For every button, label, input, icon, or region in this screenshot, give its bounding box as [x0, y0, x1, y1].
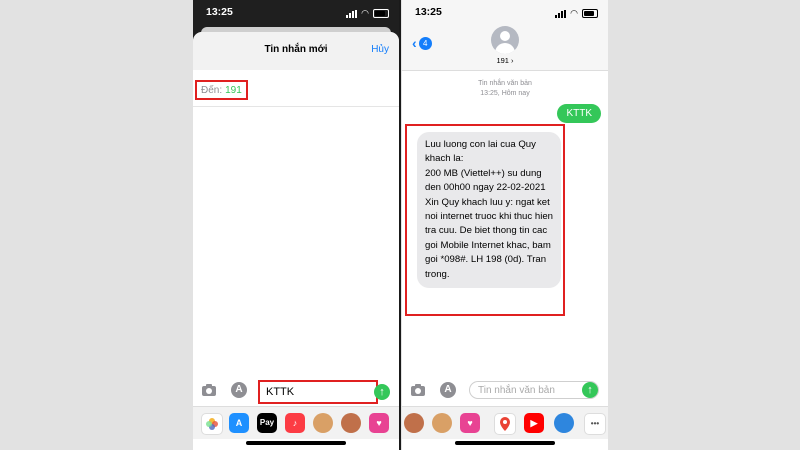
message-input[interactable]: KTTK: [258, 380, 378, 404]
status-time: 13:25: [415, 6, 442, 18]
to-label: Đến:: [201, 84, 223, 96]
battery-icon: [582, 9, 598, 18]
cancel-button[interactable]: Hủy: [371, 44, 389, 55]
clips-app-icon[interactable]: [554, 413, 574, 433]
photos-app-icon[interactable]: [201, 413, 223, 435]
signal-icon: [346, 9, 358, 18]
recipient-highlight: Đến: 191: [195, 80, 248, 100]
memoji-stickers-app-icon[interactable]: [341, 413, 361, 433]
camera-icon[interactable]: [201, 383, 217, 397]
contact-avatar[interactable]: [491, 26, 519, 54]
recipient-row[interactable]: Đến: 191: [193, 70, 399, 107]
wifi-icon: ◠: [361, 8, 369, 18]
new-message-sheet: Tin nhắn mới Hủy Đến: 191 A KTTK ↑ A Pay…: [193, 32, 399, 450]
home-indicator[interactable]: [455, 441, 555, 445]
status-bar: 13:25 ◠: [193, 0, 399, 28]
memoji-app-icon[interactable]: [313, 413, 333, 433]
divider: [399, 0, 401, 450]
memoji-app-icon[interactable]: [404, 413, 424, 433]
home-indicator[interactable]: [246, 441, 346, 445]
left-phone-screen: 13:25 ◠ Tin nhắn mới Hủy Đến: 191 A KTTK…: [193, 0, 399, 450]
music-app-icon[interactable]: ♪: [285, 413, 305, 433]
message-type-label: Tin nhắn văn bản: [478, 80, 532, 87]
wifi-icon: ◠: [570, 8, 578, 18]
incoming-message-highlight: Luu luong con lai cua Quy khach la: 200 …: [405, 124, 565, 316]
right-phone-screen: 13:25 ◠ ‹ 4 191 › Tin nhắn văn bản 13:25…: [402, 0, 608, 450]
google-maps-app-icon[interactable]: [494, 413, 516, 435]
back-button[interactable]: ‹ 4: [412, 35, 432, 51]
sheet-header: Tin nhắn mới Hủy: [193, 32, 399, 70]
sheet-title: Tin nhắn mới: [264, 44, 328, 55]
unread-badge: 4: [418, 36, 432, 50]
status-time: 13:25: [206, 6, 233, 18]
app-drawer: ♥ ▶ •••: [402, 406, 608, 439]
app-store-icon[interactable]: A: [440, 382, 456, 398]
memoji-stickers-app-icon[interactable]: [432, 413, 452, 433]
camera-icon[interactable]: [410, 383, 426, 397]
contact-name[interactable]: 191 ›: [402, 56, 608, 65]
youtube-app-icon[interactable]: ▶: [524, 413, 544, 433]
send-button[interactable]: ↑: [374, 384, 390, 400]
more-apps-icon[interactable]: •••: [584, 413, 606, 435]
apple-pay-app-icon[interactable]: Pay: [257, 413, 277, 433]
app-store-icon[interactable]: A: [231, 382, 247, 398]
app-store-app-icon[interactable]: A: [229, 413, 249, 433]
message-input[interactable]: Tin nhắn văn bản: [469, 381, 599, 399]
chevron-left-icon: ‹: [412, 35, 417, 51]
outgoing-message-bubble: KTTK: [557, 104, 601, 123]
message-input-bar: A KTTK ↑: [193, 376, 399, 406]
heart-stickers-app-icon[interactable]: ♥: [369, 413, 389, 433]
status-icons: ◠: [346, 8, 389, 19]
status-icons: ◠: [555, 8, 598, 19]
heart-stickers-app-icon[interactable]: ♥: [460, 413, 480, 433]
app-drawer: A Pay ♪ ♥: [193, 406, 399, 439]
signal-icon: [555, 9, 567, 18]
status-bar: 13:25 ◠: [402, 0, 608, 28]
send-button[interactable]: ↑: [582, 382, 598, 398]
conversation-header: 13:25 ◠ ‹ 4 191 ›: [402, 0, 608, 71]
incoming-message-bubble: Luu luong con lai cua Quy khach la: 200 …: [417, 132, 561, 289]
message-timestamp: 13:25, Hôm nay: [480, 90, 530, 97]
battery-icon: [373, 9, 389, 18]
message-input-bar: A Tin nhắn văn bản ↑: [402, 376, 608, 406]
recipient-value[interactable]: 191: [225, 85, 242, 96]
